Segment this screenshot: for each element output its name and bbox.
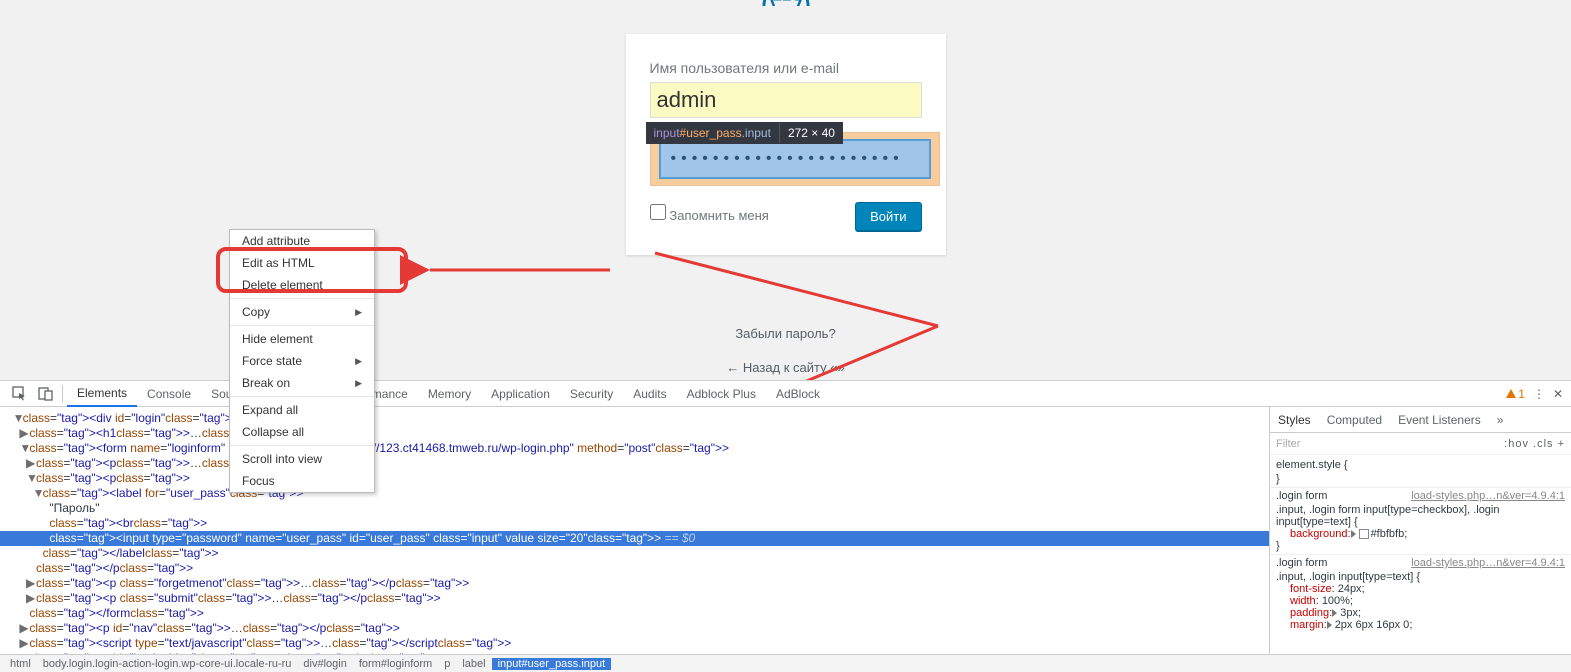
styles-more-icon[interactable]: »: [1489, 407, 1512, 433]
styles-rules[interactable]: element.style { } .login formload-styles…: [1270, 455, 1571, 672]
breadcrumb-item[interactable]: input#user_pass.input: [492, 658, 612, 670]
breadcrumb-item[interactable]: label: [456, 658, 491, 670]
context-menu-item[interactable]: Scroll into view: [230, 448, 374, 470]
forgot-password-link[interactable]: Забыли пароль?: [735, 326, 835, 341]
elements-tree-line[interactable]: class="tag"><brclass="tag">>: [6, 516, 1263, 531]
elements-tree-line[interactable]: class="tag"><input type="password" name=…: [0, 531, 1269, 546]
styles-toggles[interactable]: :hov .cls +: [1504, 438, 1565, 450]
context-menu-item[interactable]: Force state▶: [230, 350, 374, 372]
elements-tree-line[interactable]: ▶class="tag"><p id="nav"class="tag">>…cl…: [6, 621, 1263, 636]
remember-label: Запомнить меня: [669, 208, 768, 223]
context-menu-item[interactable]: Add attribute: [230, 230, 374, 252]
elements-tree-line[interactable]: class="tag"></pclass="tag">>: [6, 561, 1263, 576]
context-menu-item[interactable]: Delete element: [230, 274, 374, 296]
context-menu: Add attributeEdit as HTMLDelete element C…: [229, 229, 375, 493]
breadcrumb-item[interactable]: html: [4, 658, 37, 670]
elements-tree-line[interactable]: ▶class="tag"><pclass="tag">>…class="tag"…: [6, 456, 1263, 471]
elements-tree-line[interactable]: ▼class="tag"><form name="loginform" id="…: [6, 441, 1263, 456]
login-form-box: Имя пользователя или e-mail input#user_p…: [626, 34, 946, 255]
elements-breadcrumb[interactable]: htmlbody.login.login-action-login.wp-cor…: [0, 654, 1571, 672]
elements-tree-line[interactable]: ▼class="tag"><label for="user_pass"class…: [6, 486, 1263, 501]
device-toolbar-icon[interactable]: [32, 381, 58, 407]
password-input[interactable]: ••••••••••••••••••••••: [659, 139, 931, 179]
devtools-tab[interactable]: AdBlock: [766, 381, 830, 407]
remember-me[interactable]: Запомнить меня: [650, 204, 769, 223]
context-menu-item[interactable]: Copy▶: [230, 301, 374, 323]
devtools-settings-icon[interactable]: ⋮: [1533, 387, 1545, 401]
breadcrumb-item[interactable]: p: [438, 658, 456, 670]
context-menu-item[interactable]: Collapse all: [230, 421, 374, 443]
inspect-element-icon[interactable]: [6, 381, 32, 407]
context-menu-item[interactable]: Break on▶: [230, 372, 374, 394]
username-input[interactable]: [650, 82, 922, 118]
elements-tree-line[interactable]: ▶class="tag"><p class="forgetmenot"class…: [6, 576, 1263, 591]
context-menu-item[interactable]: Focus: [230, 470, 374, 492]
devtools-tab[interactable]: Memory: [418, 381, 481, 407]
context-menu-item[interactable]: Hide element: [230, 328, 374, 350]
devtools-tab[interactable]: Elements: [67, 381, 137, 407]
remember-checkbox[interactable]: [650, 204, 666, 220]
context-menu-item[interactable]: Expand all: [230, 399, 374, 421]
elements-tree-line[interactable]: ▼class="tag"><pclass="tag">>: [6, 471, 1263, 486]
inspector-tooltip: input#user_pass.input 272 × 40: [646, 122, 843, 144]
devtools-close-icon[interactable]: ✕: [1553, 387, 1563, 401]
elements-tree-line[interactable]: ▶class="tag"><script type="text/javascri…: [6, 636, 1263, 651]
elements-tree-line[interactable]: class="tag"></formclass="tag">>: [6, 606, 1263, 621]
devtools-tab[interactable]: Adblock Plus: [677, 381, 766, 407]
devtools-tab[interactable]: Security: [560, 381, 623, 407]
elements-tree-line[interactable]: "Пароль": [6, 501, 1263, 516]
styles-tab[interactable]: Event Listeners: [1390, 407, 1489, 433]
breadcrumb-item[interactable]: form#loginform: [353, 658, 438, 670]
context-menu-item[interactable]: Edit as HTML: [230, 252, 374, 274]
elements-tree-line[interactable]: class="tag"></labelclass="tag">>: [6, 546, 1263, 561]
devtools-tab[interactable]: Application: [481, 381, 560, 407]
styles-tab[interactable]: Styles: [1270, 407, 1319, 433]
devtools-tab[interactable]: Audits: [623, 381, 676, 407]
elements-tree-line[interactable]: ▼class="tag"><div id="login"class="tag">…: [6, 411, 1263, 426]
breadcrumb-item[interactable]: body.login.login-action-login.wp-core-ui…: [37, 658, 298, 670]
back-to-site-link[interactable]: ← Назад к сайту «»: [726, 360, 844, 375]
login-submit-button[interactable]: Войти: [855, 202, 921, 231]
warnings-count[interactable]: 1: [1506, 387, 1525, 401]
styles-filter-input[interactable]: Filter: [1276, 438, 1300, 450]
wordpress-logo: [762, 0, 810, 6]
elements-tree-line[interactable]: ▶class="tag"><h1class="tag">>…class="tag…: [6, 426, 1263, 441]
elements-tree[interactable]: ▼class="tag"><div id="login"class="tag">…: [0, 407, 1269, 672]
breadcrumb-item[interactable]: div#login: [297, 658, 352, 670]
styles-tab[interactable]: Computed: [1319, 407, 1390, 433]
styles-panel: StylesComputedEvent Listeners» Filter :h…: [1269, 407, 1571, 672]
elements-tree-line[interactable]: ▶class="tag"><p class="submit"class="tag…: [6, 591, 1263, 606]
username-label: Имя пользователя или e-mail: [650, 60, 922, 76]
devtools-tab[interactable]: Console: [137, 381, 201, 407]
